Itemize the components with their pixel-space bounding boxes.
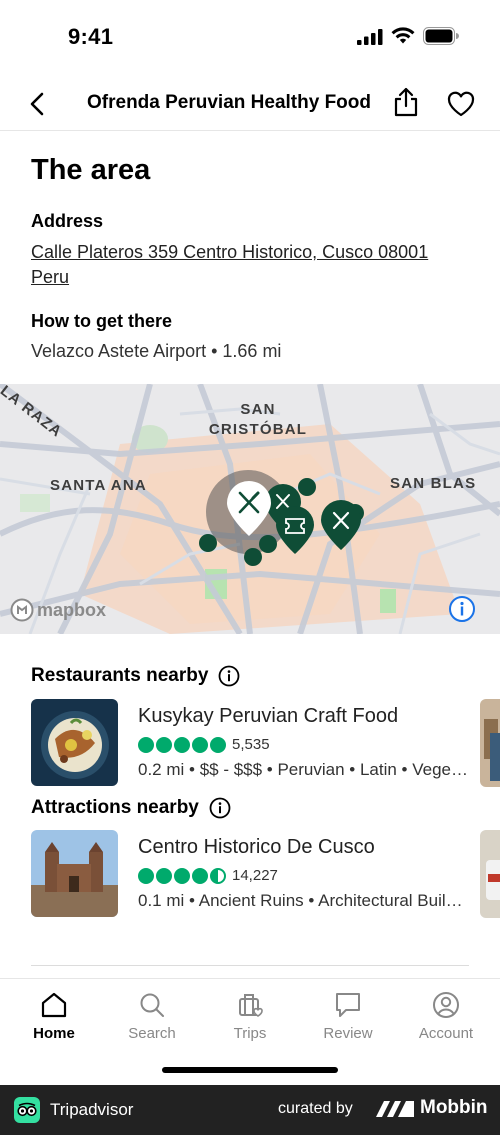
map-label-san-blas: SAN BLAS [390,475,477,492]
attraction-rating: 14,227 [138,867,278,884]
map-pin-restaurant-east[interactable] [319,500,363,552]
search-icon [140,993,164,1017]
tab-home[interactable]: Home [5,991,103,1042]
tripadvisor-label: Tripadvisor [50,1100,134,1119]
mobbin-brand: Mobbin [376,1097,488,1119]
rating-bubble-icon [210,736,226,753]
account-avatar-icon [433,992,459,1018]
rating-bubble-icon [192,867,208,884]
status-time: 9:41 [68,24,114,49]
restaurants-nearby-label: Restaurants nearby [31,665,209,686]
restaurant-card[interactable]: Kusykay Peruvian Craft Food 5,535 0.2 mi… [31,699,500,789]
rating-bubble-icon [174,736,190,753]
attraction-meta: 0.1 mi • Ancient Ruins • Architectural B… [138,891,468,910]
curated-by-label: curated by [278,1100,353,1117]
rating-bubble-icon [138,867,154,884]
battery-icon [423,27,459,45]
mobbin-label: Mobbin [420,1097,488,1118]
heart-favorite-icon[interactable] [447,91,475,117]
mapbox-logo-icon [10,598,34,622]
restaurant-review-count: 5,535 [232,736,270,753]
section-heading-the-area: The area [31,154,151,186]
rating-bubble-icon [156,867,172,884]
mapbox-attribution: mapbox [10,598,106,622]
tab-search-label: Search [128,1025,176,1042]
next-restaurant-card-peek[interactable] [480,699,500,787]
map-label-san-cristobal: SAN CRISTÓBAL [208,401,308,438]
mobbin-logo-icon [376,1101,414,1117]
home-indicator [162,1067,338,1073]
rating-bubble-icon [192,736,208,753]
tab-review[interactable]: Review [299,991,397,1042]
attraction-thumbnail [31,830,118,917]
attraction-card[interactable]: Centro Historico De Cusco 14,227 0.1 mi … [31,830,500,920]
tab-trips[interactable]: Trips [201,991,299,1042]
suitcase-heart-icon [239,994,263,1017]
tab-search[interactable]: Search [103,991,201,1042]
address-label: Address [31,211,104,231]
page-title: Ofrenda Peruvian Healthy Food [87,92,371,113]
tab-review-label: Review [323,1025,373,1042]
rating-half-bubble-icon [210,867,226,884]
tab-trips-label: Trips [233,1025,267,1042]
attractions-nearby-label: Attractions nearby [31,797,199,818]
tab-account[interactable]: Account [397,991,495,1042]
map-info-icon[interactable] [448,595,476,623]
restaurant-thumbnail [31,699,118,786]
tab-home-label: Home [33,1025,75,1042]
tab-account-label: Account [418,1025,474,1042]
restaurants-nearby-heading: Restaurants nearby [31,665,240,687]
info-icon[interactable] [218,665,240,687]
share-icon[interactable] [393,87,419,117]
rating-bubble-icon [174,867,190,884]
wifi-icon [391,27,415,44]
attractions-nearby-heading: Attractions nearby [31,797,231,819]
rating-bubble-icon [138,736,154,753]
cellular-signal-icon [357,29,383,45]
attraction-name: Centro Historico De Cusco [138,836,375,858]
info-icon[interactable] [209,797,231,819]
content-divider [31,965,469,966]
address-link[interactable]: Calle Plateros 359 Centro Historico, Cus… [31,240,451,290]
mapbox-wordmark: mapbox [37,599,107,620]
restaurant-meta: 0.2 mi • $$ - $$$ • Peruvian • Latin • V… [138,760,468,779]
how-to-get-there-label: How to get there [31,311,173,331]
attraction-review-count: 14,227 [232,867,278,884]
tripadvisor-brand: Tripadvisor [14,1097,133,1123]
tripadvisor-owl-logo-icon [14,1097,40,1123]
next-attraction-card-peek[interactable] [480,830,500,918]
restaurant-rating: 5,535 [138,736,270,753]
area-map[interactable]: LA RAZA SAN CRISTÓBAL SANTA ANA SAN BLAS… [0,384,500,634]
status-bar: 9:41 [0,0,500,75]
map-pin-attraction[interactable] [274,506,316,556]
back-arrow-icon[interactable] [26,91,50,117]
map-pin-selected-restaurant[interactable] [225,480,273,538]
home-icon [41,992,67,1018]
restaurant-name: Kusykay Peruvian Craft Food [138,705,399,727]
top-navigation-bar: Ofrenda Peruvian Healthy Food [0,75,500,131]
map-label-santa-ana: SANTA ANA [50,477,147,494]
how-to-get-there-value: Velazco Astete Airport • 1.66 mi [31,341,282,361]
rating-bubble-icon [156,736,172,753]
review-speech-bubble-icon [336,993,360,1017]
attribution-footer: Tripadvisor curated by Mobbin [0,1085,500,1135]
